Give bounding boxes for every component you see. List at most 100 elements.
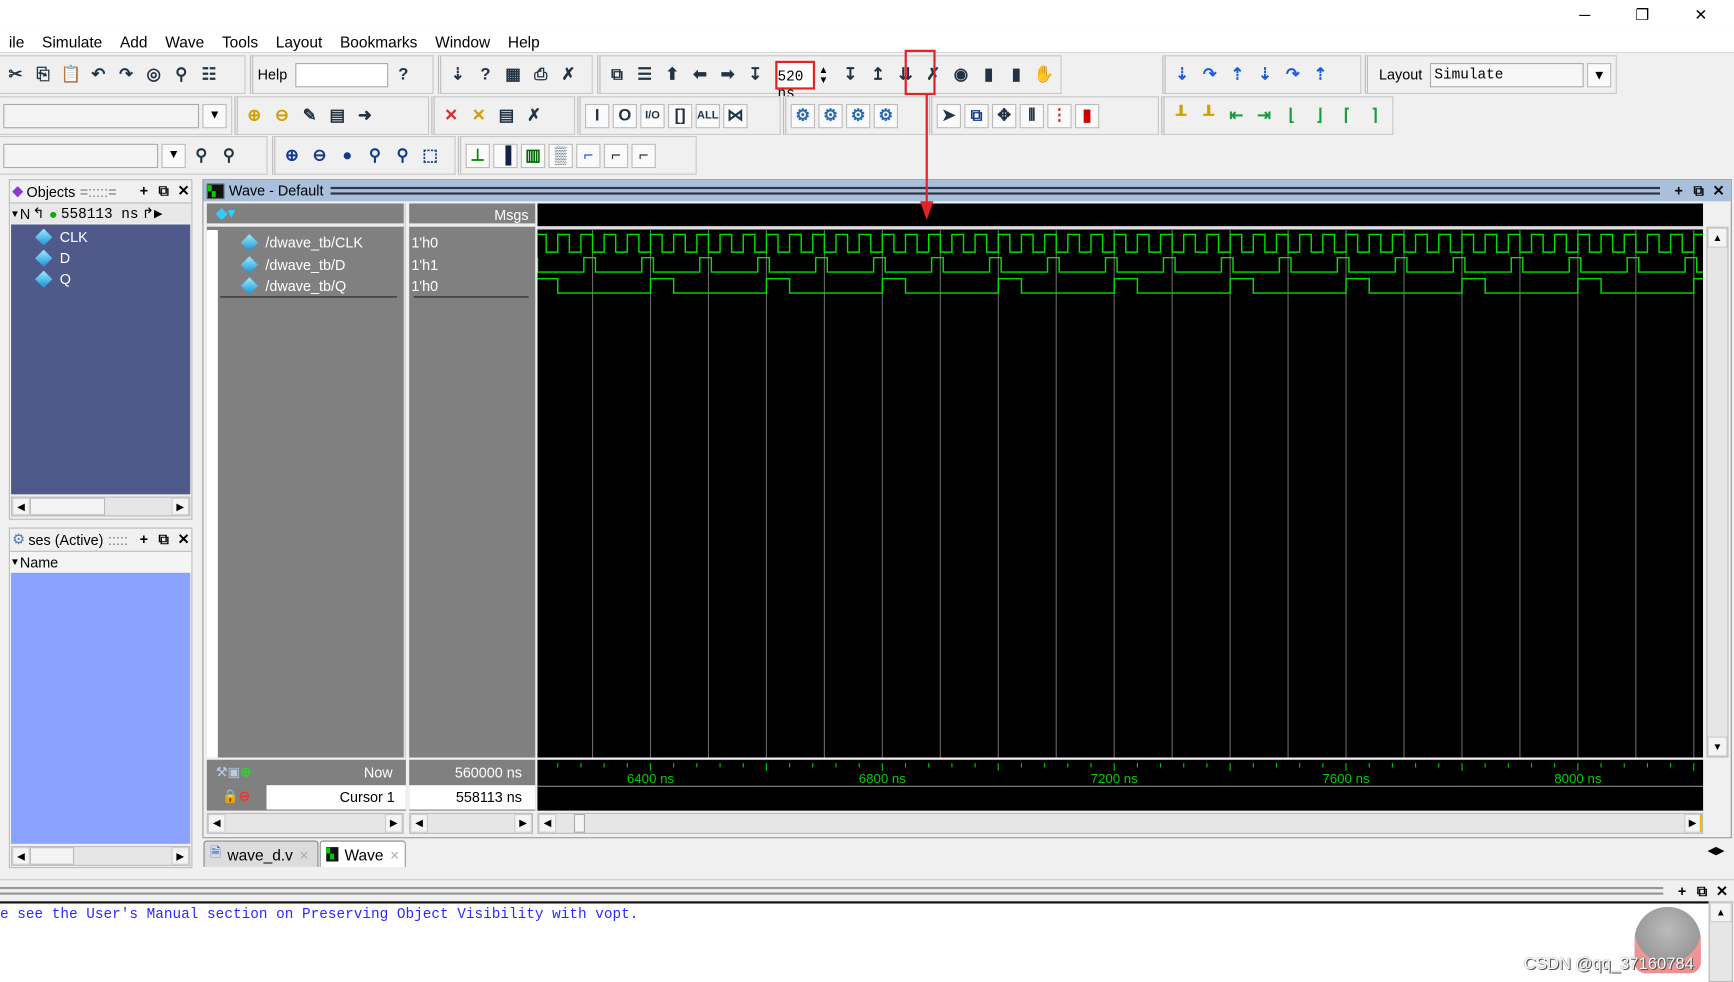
remove-cursor-icon[interactable]: ┸ [1197, 103, 1221, 127]
menu-layout[interactable]: Layout [267, 29, 331, 52]
layout-select[interactable]: Simulate [1429, 62, 1584, 87]
next-falling-icon[interactable]: ⌋ [1307, 103, 1331, 127]
save-wave-icon[interactable]: ▤ [325, 103, 349, 127]
in-port-icon[interactable]: I [585, 103, 610, 128]
wave-vscrollbar[interactable]: ▲ ▼ [1706, 226, 1729, 758]
signal-type-icon[interactable]: ◆▾ [216, 203, 236, 221]
step-icon[interactable]: ⌐ [576, 143, 601, 168]
waveform-canvas[interactable] [537, 203, 1704, 758]
scroll-right-icon[interactable]: ▶ [171, 497, 190, 516]
cursor-label[interactable]: Cursor 1 [266, 785, 406, 810]
transcript-vscrollbar[interactable]: ▲ [1708, 901, 1733, 982]
undock-icon[interactable]: ⧉ [1691, 182, 1706, 198]
doc-icon[interactable]: ▤ [494, 103, 518, 127]
run-length-spinner[interactable]: ▲ ▼ [818, 62, 828, 86]
find-icon[interactable]: ⚲ [169, 62, 193, 86]
run-length-input[interactable]: 520 ns [775, 60, 816, 101]
tab-wave-d-v[interactable]: 🗎 wave_d.v × [203, 840, 319, 868]
tab-wave[interactable]: ▚ Wave × [319, 840, 406, 868]
menu-ile[interactable]: ile [0, 29, 33, 52]
edit-wave-icon[interactable]: ✎ [297, 103, 321, 127]
scroll-right-icon[interactable]: ▶ [1684, 813, 1702, 833]
memory-profile-icon[interactable]: ▮ [1004, 62, 1028, 86]
scroll-thumb[interactable] [29, 847, 75, 865]
menu-tools[interactable]: Tools [213, 29, 267, 52]
scroll-down-icon[interactable]: ▼ [1707, 736, 1728, 757]
processes-hscrollbar[interactable]: ◀ ▶ [11, 846, 191, 866]
help-icon[interactable]: ? [473, 62, 497, 86]
close-icon[interactable]: ✕ [176, 183, 191, 199]
split-icon[interactable]: ⫴ [1019, 103, 1044, 128]
insert-break-icon[interactable]: ✕ [439, 103, 463, 127]
delete-break-icon[interactable]: ✗ [522, 103, 546, 127]
next-time-icon[interactable]: ↱ [142, 205, 154, 223]
scroll-up-icon[interactable]: ▲ [1709, 902, 1732, 923]
step-out-icon[interactable]: ⇡ [1225, 62, 1249, 86]
copy-icon[interactable]: ⎘ [31, 62, 55, 86]
search-next-icon[interactable]: ⚲ [217, 143, 241, 167]
name-column-header[interactable]: N [20, 205, 30, 222]
link-icon[interactable]: ⧉ [605, 62, 629, 86]
scroll-left-icon[interactable]: ◀ [207, 813, 226, 833]
next-edge-icon[interactable]: ⇥ [1252, 103, 1276, 127]
print-icon[interactable]: ⎙ [529, 62, 553, 86]
out-port-icon[interactable]: O [612, 103, 637, 128]
gear-red-icon[interactable]: ⚙ [790, 103, 816, 128]
scroll-left-icon[interactable]: ◀ [538, 813, 557, 833]
dock-icon[interactable]: + [1671, 182, 1686, 198]
delete-icon[interactable]: ✗ [556, 62, 580, 86]
help-search-input[interactable] [294, 62, 388, 87]
scroll-right-icon[interactable]: ▶ [171, 847, 190, 865]
logic-icon[interactable]: ▐ [493, 143, 518, 168]
drag-handle[interactable]: =:::::= [80, 183, 132, 200]
transcript-pane[interactable]: e see the User's Manual section on Prese… [0, 901, 1709, 982]
select-pointer-icon[interactable]: ➤ [936, 103, 962, 128]
sort-icon[interactable]: ▼ [10, 208, 20, 219]
insert-divider-icon[interactable]: ⋮ [1047, 103, 1072, 128]
undock-icon[interactable]: ⧉ [156, 183, 171, 199]
restart-icon[interactable]: ↧ [743, 62, 767, 86]
chevron-down-icon[interactable]: ▼ [1587, 62, 1612, 87]
close-tab-icon[interactable]: × [390, 845, 399, 863]
scroll-right-icon[interactable]: ▶ [384, 813, 403, 833]
drag-handle[interactable] [330, 186, 1660, 195]
dotted-icon[interactable]: ▒ [548, 143, 573, 168]
analog-icon[interactable]: ▥ [520, 143, 546, 168]
search-icon[interactable]: ⚲ [189, 143, 213, 167]
zoom-out-icon[interactable]: ⊖ [307, 143, 331, 167]
run-icon[interactable]: ↧ [838, 62, 862, 86]
prev-rising-icon[interactable]: ⌈ [1335, 103, 1359, 127]
scroll-left-icon[interactable]: ◀ [410, 813, 428, 833]
menu-add[interactable]: Add [111, 29, 156, 52]
zoom-region-icon[interactable]: ⬚ [418, 143, 442, 167]
prev-falling-icon[interactable]: ⌊ [1280, 103, 1304, 127]
dock-icon[interactable]: + [136, 183, 151, 199]
list-icon[interactable]: ☰ [633, 62, 657, 86]
dock-icon[interactable]: + [1674, 883, 1689, 898]
prev-edge-icon[interactable]: ⇤ [1224, 103, 1248, 127]
undock-icon[interactable]: ⧉ [1694, 883, 1709, 898]
cursor-tools-icon[interactable]: ⚒▣⊕ [216, 764, 252, 779]
compile-icon[interactable]: ◎ [142, 62, 166, 86]
prev-time-icon[interactable]: ↰ [32, 205, 44, 223]
profile-icon[interactable]: ▮ [977, 62, 1001, 86]
signal-row[interactable]: /dwave_tb/CLK [240, 232, 363, 253]
gear-blue-icon[interactable]: ⚙ [846, 103, 871, 128]
back-arrow-icon[interactable]: ⬅ [688, 62, 712, 86]
redo-icon[interactable]: ↷ [114, 62, 138, 86]
zoom-box-icon[interactable]: ⧉ [964, 103, 989, 128]
object-item[interactable]: D [35, 248, 70, 269]
all-icon[interactable]: ALL [695, 103, 720, 128]
name-column-header[interactable]: Name [20, 554, 58, 571]
dock-icon[interactable]: + [136, 531, 151, 547]
gear-green-icon[interactable]: ⚙ [873, 103, 898, 128]
zoom-cursors-icon[interactable]: ⚲ [390, 143, 414, 167]
close-icon[interactable]: ✕ [1684, 2, 1717, 26]
lock-icon[interactable]: 🔒⊖ [222, 789, 250, 804]
dashed-step2-icon[interactable]: ⌐ [631, 143, 656, 168]
collapse-icon[interactable]: ☷ [197, 62, 221, 86]
scroll-right-icon[interactable]: ▶ [514, 813, 532, 833]
step-into-all-icon[interactable]: ⇣ [1253, 62, 1277, 86]
search-input[interactable] [3, 143, 159, 168]
signal-row[interactable]: /dwave_tb/Q [240, 275, 346, 296]
